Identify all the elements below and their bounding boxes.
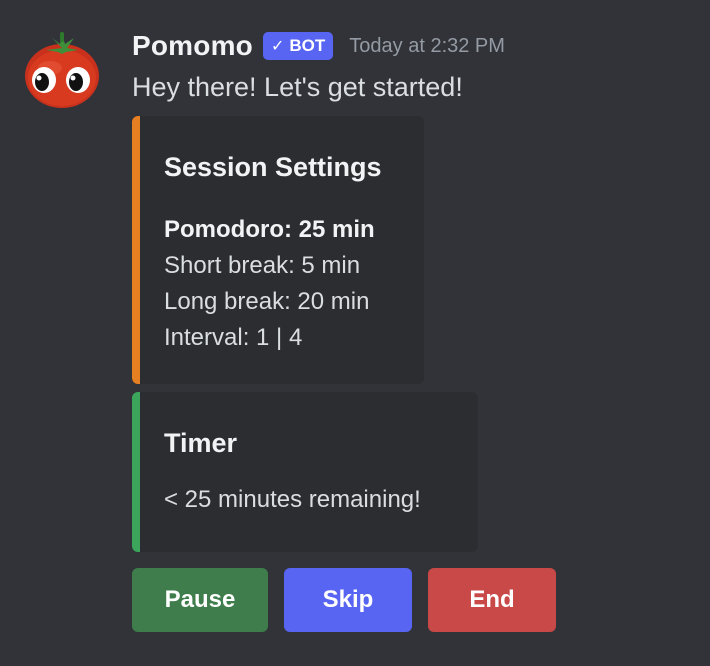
tomato-avatar-icon[interactable] xyxy=(22,28,102,108)
long-break-text: Long break: 20 min xyxy=(164,288,370,315)
embed-accent-bar xyxy=(132,392,140,552)
skip-button[interactable]: Skip xyxy=(284,568,412,632)
message-content: Hey there! Let's get started! xyxy=(132,72,463,102)
bot-tag: ✓ BOT xyxy=(262,32,334,60)
pause-button[interactable]: Pause xyxy=(132,568,268,632)
session-settings-embed: Session Settings Pomodoro: 25 min Short … xyxy=(132,116,424,384)
chat-message: Pomomo ✓ BOT Today at 2:32 PM Hey there!… xyxy=(0,0,710,666)
embed-accent-bar xyxy=(132,116,140,384)
end-button[interactable]: End xyxy=(428,568,556,632)
interval-text: Interval: 1 | 4 xyxy=(164,324,303,351)
timer-remaining-text: < 25 minutes remaining! xyxy=(164,486,421,513)
short-break-text: Short break: 5 min xyxy=(164,252,361,279)
timestamp[interactable]: Today at 2:32 PM xyxy=(349,35,505,58)
embed-title: Session Settings xyxy=(164,152,382,182)
timer-embed: Timer < 25 minutes remaining! xyxy=(132,392,478,552)
message-header: Pomomo ✓ BOT Today at 2:32 PM xyxy=(132,28,505,64)
username[interactable]: Pomomo xyxy=(132,30,253,62)
settings-field-list: Pomodoro: 25 min Short break: 5 min Long… xyxy=(164,212,375,356)
pomodoro-duration-text: Pomodoro: 25 min xyxy=(164,216,375,243)
check-icon: ✓ xyxy=(270,38,285,55)
embed-title: Timer xyxy=(164,428,238,458)
bot-tag-label: BOT xyxy=(289,36,326,55)
